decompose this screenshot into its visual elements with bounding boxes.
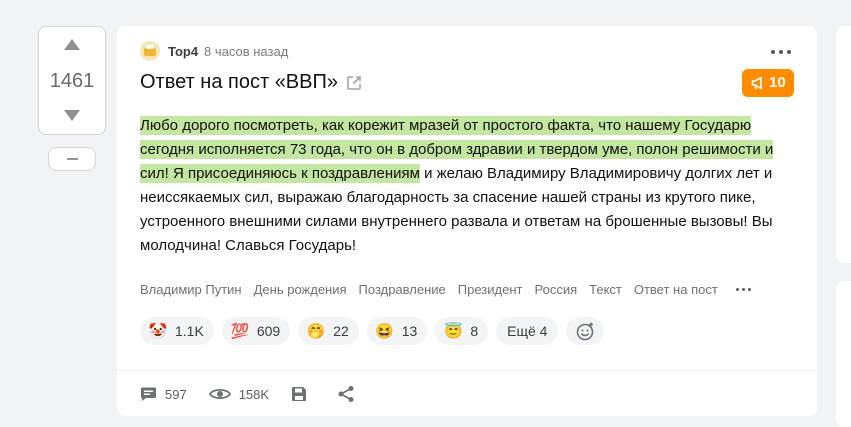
hundred-points-icon: 💯 bbox=[230, 322, 250, 340]
eye-icon bbox=[208, 388, 231, 400]
reaction-count: 609 bbox=[256, 323, 281, 339]
smiling-face-with-halo-icon: 😇 bbox=[443, 322, 463, 340]
tag[interactable]: День рождения bbox=[254, 282, 347, 297]
tag[interactable]: Президент bbox=[458, 282, 523, 297]
views-counter: 158K bbox=[208, 386, 270, 402]
reaction-button[interactable]: 🤡 1.1K bbox=[140, 317, 214, 345]
reaction-count: 8 bbox=[470, 323, 479, 339]
reaction-button[interactable]: 😇 8 bbox=[435, 317, 489, 345]
post-time: 8 часов назад bbox=[204, 44, 289, 59]
share-button[interactable] bbox=[337, 385, 363, 403]
vote-count: 1461 bbox=[49, 70, 95, 92]
comment-icon bbox=[141, 387, 156, 401]
reaction-count: 22 bbox=[333, 323, 349, 339]
more-tags-dots-icon[interactable] bbox=[735, 281, 752, 297]
downvote-arrow-icon[interactable] bbox=[64, 110, 80, 121]
author-name[interactable]: Top4 bbox=[168, 44, 198, 59]
save-icon bbox=[292, 387, 307, 401]
upvote-arrow-icon[interactable] bbox=[64, 39, 80, 50]
grinning-squinting-face-icon: 😆 bbox=[375, 322, 395, 340]
reaction-count: 13 bbox=[401, 323, 418, 339]
add-reaction-button[interactable] bbox=[566, 317, 605, 345]
minus-button[interactable] bbox=[48, 147, 96, 171]
reaction-count: 1.1K bbox=[175, 323, 204, 339]
vote-panel: 1461 bbox=[38, 26, 106, 135]
post-footer: 597 158K bbox=[140, 383, 385, 405]
post-title[interactable]: Ответ на пост «ВВП» bbox=[140, 71, 338, 94]
smiley-plus-icon bbox=[577, 322, 594, 341]
reaction-button[interactable]: 🤭 22 bbox=[298, 317, 359, 345]
external-link-icon[interactable] bbox=[346, 75, 362, 91]
author-avatar[interactable] bbox=[140, 41, 160, 61]
face-with-hand-over-mouth-icon: 🤭 bbox=[306, 322, 326, 340]
tag[interactable]: Ответ на пост bbox=[634, 282, 718, 297]
comments-button[interactable]: 597 bbox=[140, 386, 187, 402]
post-rating-badge[interactable]: 10 bbox=[742, 69, 794, 97]
views-count: 158K bbox=[238, 386, 270, 402]
post-menu-dots-icon[interactable] bbox=[769, 42, 793, 62]
reaction-button[interactable]: 😆 13 bbox=[366, 317, 428, 345]
megaphone-icon bbox=[751, 76, 762, 90]
reaction-button[interactable]: 💯 609 bbox=[221, 317, 291, 345]
more-reactions-button[interactable]: Ещё 4 bbox=[496, 317, 559, 345]
tag[interactable]: Владимир Путин bbox=[140, 282, 242, 297]
save-button[interactable] bbox=[291, 386, 315, 402]
sidebar-card bbox=[836, 281, 851, 427]
clown-face-icon: 🤡 bbox=[148, 322, 168, 340]
post-card: Top4 8 часов назад Ответ на пост «ВВП» 1… bbox=[117, 26, 817, 416]
tag-list: Владимир Путин День рождения Поздравлени… bbox=[140, 279, 752, 299]
share-icon bbox=[338, 386, 354, 402]
post-rating-value: 10 bbox=[769, 74, 786, 91]
sidebar-card bbox=[836, 26, 851, 263]
comments-count: 597 bbox=[165, 386, 187, 402]
reactions-bar: 🤡 1.1K 💯 609 🤭 22 😆 13 😇 8 Ещё 4 bbox=[140, 317, 605, 345]
tag[interactable]: Россия bbox=[534, 282, 577, 297]
tag[interactable]: Поздравление bbox=[359, 282, 446, 297]
post-body: Любо дорого посмотреть, как корежит мраз… bbox=[140, 114, 790, 258]
divider bbox=[117, 370, 817, 371]
tag[interactable]: Текст bbox=[589, 282, 622, 297]
